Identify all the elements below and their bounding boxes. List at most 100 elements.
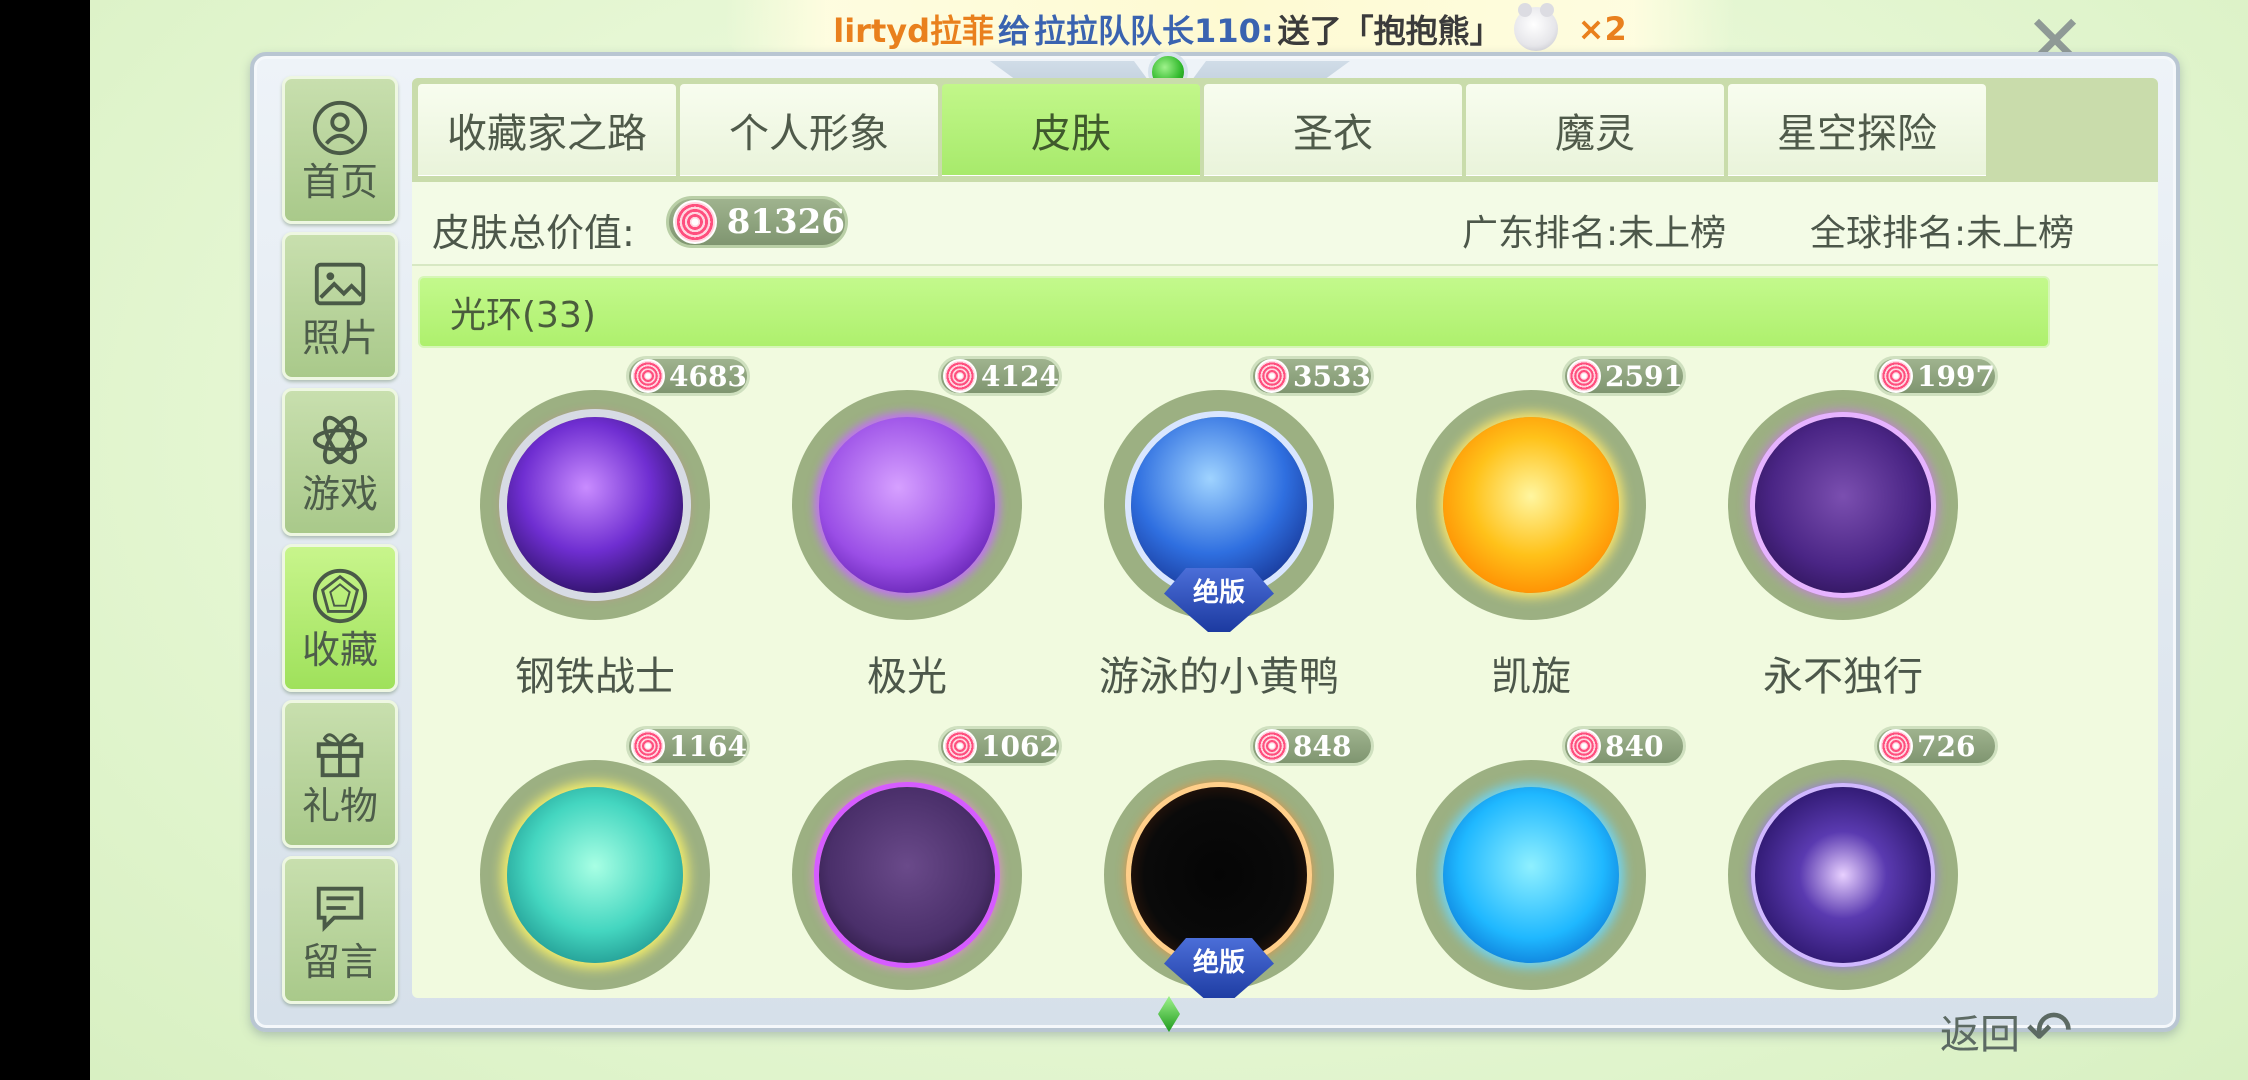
price-value: 1164 bbox=[669, 729, 747, 763]
halo-orb-image bbox=[1443, 417, 1619, 593]
halo-orb-image bbox=[1131, 417, 1307, 593]
tab-holy-armor[interactable]: 圣衣 bbox=[1204, 84, 1462, 176]
candy-icon bbox=[631, 359, 665, 393]
candy-icon bbox=[1879, 729, 1913, 763]
price-value: 4124 bbox=[981, 359, 1059, 393]
back-label: 返回 bbox=[1940, 1012, 2020, 1058]
collection-item[interactable]: 2591 凯旋 bbox=[1376, 350, 1686, 710]
price-value: 4683 bbox=[669, 359, 747, 393]
sidebar-item-collection[interactable]: 收藏 bbox=[282, 544, 398, 692]
candy-icon bbox=[673, 200, 717, 244]
sidebar-item-games[interactable]: 游戏 bbox=[282, 388, 398, 536]
sidebar: 首页 照片 游戏 收藏 礼物 留言 bbox=[282, 76, 398, 1004]
sidebar-item-gifts[interactable]: 礼物 bbox=[282, 700, 398, 848]
halo-orb-image bbox=[1443, 787, 1619, 963]
limited-edition-badge: 绝版 bbox=[1164, 568, 1274, 632]
candy-icon bbox=[1879, 359, 1913, 393]
halo-orb-image bbox=[1755, 787, 1931, 963]
collection-item[interactable]: 726 bbox=[1688, 720, 1998, 998]
collection-item[interactable]: 1164 bbox=[440, 720, 750, 998]
sidebar-item-label: 留言 bbox=[301, 940, 378, 984]
candy-icon bbox=[943, 359, 977, 393]
price-value: 848 bbox=[1293, 729, 1352, 763]
total-value: 81326 bbox=[726, 202, 845, 242]
candy-icon bbox=[1255, 729, 1289, 763]
section-header-halo[interactable]: 光环(33) bbox=[418, 276, 2050, 348]
collection-item[interactable]: 1062 bbox=[752, 720, 1062, 998]
teddy-bear-icon bbox=[1513, 3, 1558, 51]
tab-skins[interactable]: 皮肤 bbox=[942, 84, 1200, 176]
price-value: 1062 bbox=[981, 729, 1059, 763]
price-tag: 1164 bbox=[626, 726, 750, 766]
skin-value-summary: 皮肤总价值: 81326 广东排名:未上榜 全球排名:未上榜 bbox=[412, 182, 2158, 266]
price-tag: 848 bbox=[1250, 726, 1374, 766]
tab-personal-image[interactable]: 个人形象 bbox=[680, 84, 938, 176]
price-value: 3533 bbox=[1293, 359, 1371, 393]
collection-item[interactable]: 4124 极光 bbox=[752, 350, 1062, 710]
price-value: 2591 bbox=[1605, 359, 1683, 393]
gem-icon bbox=[312, 568, 368, 624]
total-value-pill: 81326 bbox=[666, 196, 848, 248]
game-screen: lirtyd拉菲 给 拉拉队队长110: 送了「抱抱熊」 ×2 ✕ 首页 照片 bbox=[90, 0, 2248, 1080]
sidebar-item-label: 礼物 bbox=[301, 784, 378, 828]
candy-icon bbox=[1255, 359, 1289, 393]
banner-user: lirtyd拉菲 bbox=[833, 12, 995, 50]
tab-collector-road[interactable]: 收藏家之路 bbox=[418, 84, 676, 176]
price-tag: 1062 bbox=[938, 726, 1062, 766]
sidebar-item-messages[interactable]: 留言 bbox=[282, 856, 398, 1004]
tab-magic-spirit[interactable]: 魔灵 bbox=[1466, 84, 1724, 176]
sidebar-item-label: 照片 bbox=[301, 316, 378, 360]
sidebar-item-label: 首页 bbox=[301, 160, 378, 204]
total-value-label: 皮肤总价值: bbox=[432, 211, 635, 255]
halo-orb-image bbox=[507, 787, 683, 963]
gift-icon bbox=[316, 733, 364, 778]
item-name: 永不独行 bbox=[1763, 654, 1923, 700]
banner-action: 送了「抱抱熊」 bbox=[1277, 12, 1502, 50]
back-button[interactable]: 返回 ↶ bbox=[1940, 996, 2090, 1066]
candy-icon bbox=[1567, 729, 1601, 763]
collection-item[interactable]: 4683 钢铁战士 bbox=[440, 350, 750, 710]
banner-count: ×2 bbox=[1577, 10, 1627, 48]
price-value: 1997 bbox=[1917, 359, 1995, 393]
halo-orb-image bbox=[1131, 787, 1307, 963]
price-tag: 1997 bbox=[1874, 356, 1998, 396]
price-tag: 4683 bbox=[626, 356, 750, 396]
limited-edition-badge: 绝版 bbox=[1164, 938, 1274, 998]
item-name: 游泳的小黄鸭 bbox=[1099, 654, 1339, 700]
sidebar-item-home[interactable]: 首页 bbox=[282, 76, 398, 224]
category-tabs: 收藏家之路 个人形象 皮肤 圣衣 魔灵 星空探险 bbox=[412, 78, 2158, 182]
collection-item[interactable]: 3533 绝版 游泳的小黄鸭 bbox=[1064, 350, 1374, 710]
item-name: 凯旋 bbox=[1491, 654, 1571, 700]
message-icon bbox=[316, 886, 364, 933]
halo-orb-image bbox=[507, 417, 683, 593]
collection-item[interactable]: 840 bbox=[1376, 720, 1686, 998]
global-rank: 全球排名:未上榜 bbox=[1810, 213, 2075, 254]
guangdong-rank: 广东排名:未上榜 bbox=[1462, 213, 1727, 254]
price-tag: 726 bbox=[1874, 726, 1998, 766]
banner-target: 拉拉队队长110: bbox=[1034, 12, 1274, 50]
price-value: 840 bbox=[1605, 729, 1664, 763]
item-name: 极光 bbox=[867, 654, 947, 700]
atom-icon bbox=[312, 415, 368, 465]
tab-star-exploration[interactable]: 星空探险 bbox=[1728, 84, 1986, 176]
collection-item[interactable]: 848 绝版 bbox=[1064, 720, 1374, 998]
sidebar-item-label: 游戏 bbox=[301, 472, 378, 516]
price-tag: 4124 bbox=[938, 356, 1062, 396]
banner-connector: 给 bbox=[998, 12, 1031, 50]
halo-orb-image bbox=[819, 787, 995, 963]
price-tag: 2591 bbox=[1562, 356, 1686, 396]
candy-icon bbox=[631, 729, 665, 763]
candy-icon bbox=[1567, 359, 1601, 393]
sidebar-item-photos[interactable]: 照片 bbox=[282, 232, 398, 380]
item-grid: 4683 钢铁战士 4124 极光 3533 绝版 游泳的小黄鸭 2591 凯旋… bbox=[412, 348, 2158, 998]
home-icon bbox=[312, 100, 368, 156]
halo-orb-image bbox=[1755, 417, 1931, 593]
gift-broadcast-banner: lirtyd拉菲 给 拉拉队队长110: 送了「抱抱熊」 ×2 bbox=[725, 0, 1735, 58]
halo-orb-image bbox=[819, 417, 995, 593]
price-value: 726 bbox=[1917, 729, 1976, 763]
candy-icon bbox=[943, 729, 977, 763]
item-name: 钢铁战士 bbox=[515, 654, 675, 700]
price-tag: 3533 bbox=[1250, 356, 1374, 396]
price-tag: 840 bbox=[1562, 726, 1686, 766]
collection-item[interactable]: 1997 永不独行 bbox=[1688, 350, 1998, 710]
